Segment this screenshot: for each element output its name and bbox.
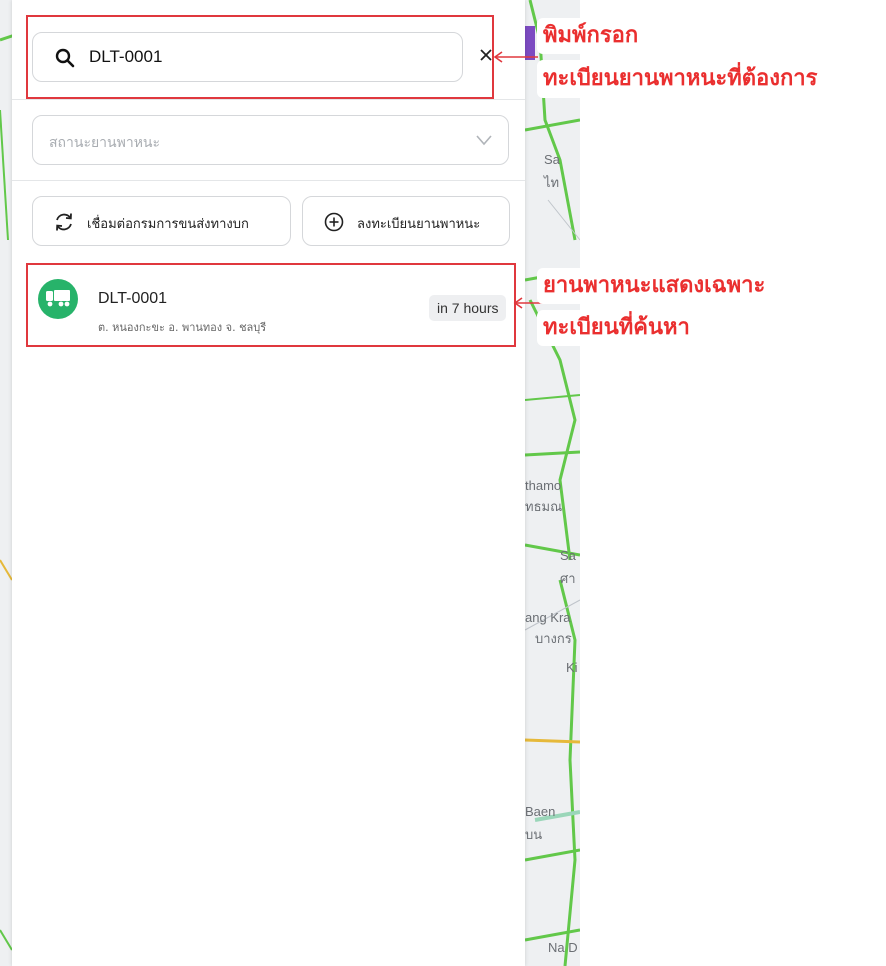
map-label: บน xyxy=(525,827,543,842)
result-callout-title: ยานพาหนะแสดงเฉพาะ xyxy=(537,268,772,304)
map-label: Na D xyxy=(548,940,578,955)
register-vehicle-label: ลงทะเบียนยานพาหนะ xyxy=(357,217,481,232)
result-highlight-box xyxy=(26,263,516,347)
register-vehicle-button[interactable]: ลงทะเบียนยานพาหนะ xyxy=(302,196,510,246)
plus-circle-icon xyxy=(324,212,344,232)
divider xyxy=(12,99,525,100)
vehicle-status-select[interactable]: สถานะยานพาหนะ xyxy=(32,115,509,165)
map-label: ศา xyxy=(560,571,576,586)
map-label: ang Kra xyxy=(525,610,571,625)
arrow-icon xyxy=(493,51,538,63)
map-label: ทธมณ xyxy=(525,499,563,514)
divider xyxy=(12,180,525,181)
search-callout-text: ทะเบียนยานพาหนะที่ต้องการ xyxy=(537,60,824,98)
status-placeholder: สถานะยานพาหนะ xyxy=(49,135,161,151)
map-label: Ki xyxy=(566,660,578,675)
sync-dlt-button[interactable]: เชื่อมต่อกรมการขนส่งทางบก xyxy=(32,196,291,246)
search-highlight-box xyxy=(26,15,494,99)
chevron-down-icon xyxy=(476,135,492,146)
map-label: Baen xyxy=(525,804,556,819)
vehicle-search-panel: DLT-0001 สถานะยานพาหนะ เชื่อมต่อกรมการขน… xyxy=(12,0,525,966)
map-label: ไท xyxy=(544,175,560,190)
search-callout-title: พิมพ์กรอก xyxy=(537,18,645,54)
result-callout-text: ทะเบียนที่ค้นหา xyxy=(537,310,696,346)
map-label: Sa xyxy=(544,152,560,167)
refresh-icon xyxy=(56,213,72,231)
sync-dlt-label: เชื่อมต่อกรมการขนส่งทางบก xyxy=(87,217,249,232)
map-label: Sa xyxy=(560,548,576,563)
map-label: บางกร xyxy=(535,631,572,646)
map-label: thamo xyxy=(525,478,562,493)
